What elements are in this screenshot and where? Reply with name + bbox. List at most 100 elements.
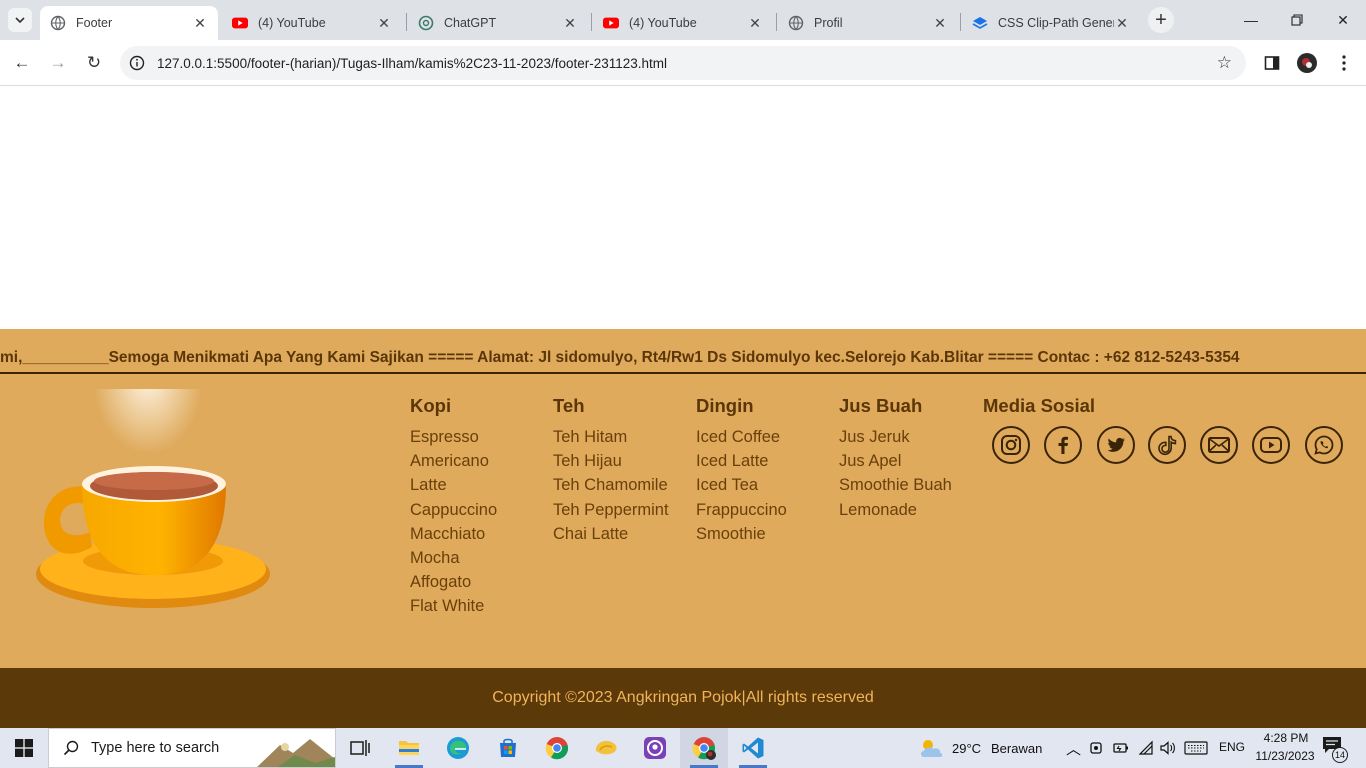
menu-link[interactable]: Lemonade xyxy=(839,500,979,524)
start-button[interactable] xyxy=(0,728,48,768)
vscode-button[interactable] xyxy=(729,728,777,768)
microsoft-store-button[interactable] xyxy=(484,728,532,768)
tab-footer[interactable]: Footer ✕ xyxy=(40,6,218,40)
keyboard-icon[interactable] xyxy=(1184,741,1208,755)
folder-icon xyxy=(399,741,419,755)
tiktok-icon[interactable] xyxy=(1148,426,1186,464)
menu-link[interactable]: Macchiato xyxy=(410,524,550,548)
chrome-button[interactable] xyxy=(533,728,581,768)
column-title: Teh xyxy=(553,395,585,416)
menu-link[interactable]: Frappuccino xyxy=(696,500,836,524)
menu-link[interactable]: Teh Hijau xyxy=(553,451,693,475)
menu-link[interactable]: Mocha xyxy=(410,548,550,572)
close-icon[interactable]: ✕ xyxy=(376,15,392,32)
clock-time[interactable]: 4:28 PM xyxy=(1259,731,1313,745)
close-window-button[interactable]: ✕ xyxy=(1320,0,1366,40)
edge-button[interactable] xyxy=(434,728,482,768)
task-view-button[interactable] xyxy=(336,728,384,768)
info-icon[interactable] xyxy=(120,55,154,71)
vscode-icon xyxy=(742,737,764,759)
marquee-banner: mi,__________Semoga Menikmati Apa Yang K… xyxy=(0,329,1366,374)
column-title: Jus Buah xyxy=(839,395,923,416)
chatgpt-icon xyxy=(418,15,434,31)
profile-avatar[interactable] xyxy=(1297,53,1317,73)
menu-link[interactable]: Teh Hitam xyxy=(553,427,693,451)
mail-icon[interactable] xyxy=(1200,426,1238,464)
minimize-icon: — xyxy=(1244,12,1258,28)
address-bar[interactable]: 127.0.0.1:5500/footer-(harian)/Tugas-Ilh… xyxy=(120,46,1246,80)
menu-link[interactable]: Latte xyxy=(410,475,550,499)
minimize-button[interactable]: — xyxy=(1228,0,1274,40)
store-icon xyxy=(500,738,516,757)
menu-link[interactable]: Americano xyxy=(410,451,550,475)
menu-column-dingin: Dingin Iced Coffee Iced Latte Iced Tea F… xyxy=(696,395,836,548)
file-explorer-button[interactable] xyxy=(385,728,433,768)
close-icon[interactable]: ✕ xyxy=(932,15,948,32)
menu-kebab-icon[interactable] xyxy=(1334,53,1354,73)
menu-link[interactable]: Iced Coffee xyxy=(696,427,836,451)
menu-link[interactable]: Jus Jeruk xyxy=(839,427,979,451)
menu-link[interactable]: Chai Latte xyxy=(553,524,693,548)
tab-chatgpt[interactable]: ChatGPT ✕ xyxy=(408,6,588,40)
menu-link[interactable]: Teh Peppermint xyxy=(553,500,693,524)
chevron-up-icon[interactable]: ︿ xyxy=(1066,738,1081,759)
chrome-icon xyxy=(545,737,569,760)
coffee-cup-image xyxy=(30,304,280,609)
url-text: 127.0.0.1:5500/footer-(harian)/Tugas-Ilh… xyxy=(157,55,668,71)
menu-column-teh: Teh Teh Hitam Teh Hijau Teh Chamomile Te… xyxy=(553,395,693,548)
tab-strip: Footer ✕ (4) YouTube ✕ ChatGPT ✕ (4) You… xyxy=(0,0,1366,40)
menu-link[interactable]: Smoothie xyxy=(696,524,836,548)
menu-link[interactable]: Flat White xyxy=(410,596,550,620)
chrome-active-button[interactable] xyxy=(680,728,728,768)
page-viewport: mi,__________Semoga Menikmati Apa Yang K… xyxy=(0,87,1366,728)
whatsapp-icon[interactable] xyxy=(1305,426,1343,464)
tab-profil[interactable]: Profil ✕ xyxy=(778,6,958,40)
edge-icon xyxy=(447,737,469,759)
menu-link[interactable]: Iced Latte xyxy=(696,451,836,475)
weather-widget[interactable] xyxy=(912,728,952,768)
close-icon[interactable]: ✕ xyxy=(747,15,763,32)
close-icon[interactable]: ✕ xyxy=(192,15,208,32)
menu-link[interactable]: Teh Chamomile xyxy=(553,475,693,499)
twitter-icon[interactable] xyxy=(1097,426,1135,464)
tab-separator xyxy=(776,13,777,31)
marquee-text: mi,__________Semoga Menikmati Apa Yang K… xyxy=(0,349,1240,366)
reload-button[interactable]: ↻ xyxy=(79,48,109,78)
restore-icon xyxy=(1291,14,1303,26)
side-panel-icon[interactable] xyxy=(1262,53,1282,73)
close-icon[interactable]: ✕ xyxy=(562,15,578,32)
menu-link[interactable]: Smoothie Buah xyxy=(839,475,979,499)
close-icon[interactable]: ✕ xyxy=(1114,15,1130,32)
chrome-profile-icon xyxy=(692,737,716,760)
menu-link[interactable]: Jus Apel xyxy=(839,451,979,475)
meet-now-icon[interactable] xyxy=(1090,740,1104,756)
menu-link[interactable]: Iced Tea xyxy=(696,475,836,499)
clock-date[interactable]: 11/23/2023 xyxy=(1253,749,1317,763)
tab-clip-path[interactable]: CSS Clip-Path Genera ✕ xyxy=(962,6,1140,40)
back-button[interactable]: ← xyxy=(7,48,37,78)
taskbar-search-box[interactable]: Type here to search xyxy=(48,728,336,768)
wifi-icon[interactable] xyxy=(1138,740,1154,756)
menu-link[interactable]: Espresso xyxy=(410,427,550,451)
menu-link[interactable]: Cappuccino xyxy=(410,500,550,524)
tab-youtube[interactable]: (4) YouTube ✕ xyxy=(222,6,402,40)
facebook-icon[interactable] xyxy=(1044,426,1082,464)
notification-center-button[interactable]: 14 xyxy=(1322,736,1348,763)
column-title: Kopi xyxy=(410,395,452,416)
youtube-icon[interactable] xyxy=(1252,426,1290,464)
menu-link[interactable]: Affogato xyxy=(410,572,550,596)
sticky-notes-button[interactable] xyxy=(582,728,630,768)
instagram-icon[interactable] xyxy=(992,426,1030,464)
tab-youtube-2[interactable]: (4) YouTube ✕ xyxy=(593,6,773,40)
restore-button[interactable] xyxy=(1274,0,1320,40)
arrow-left-icon: ← xyxy=(13,53,31,72)
tab-title: (4) YouTube xyxy=(629,16,697,30)
forward-button[interactable]: → xyxy=(43,48,73,78)
tab-search-button[interactable] xyxy=(8,8,32,32)
github-desktop-button[interactable] xyxy=(631,728,679,768)
bookmark-star-icon[interactable]: ☆ xyxy=(1217,53,1232,73)
new-tab-button[interactable]: + xyxy=(1148,7,1174,33)
language-indicator[interactable]: ENG xyxy=(1219,740,1245,754)
battery-icon[interactable] xyxy=(1113,741,1129,755)
speaker-icon[interactable] xyxy=(1159,740,1177,756)
